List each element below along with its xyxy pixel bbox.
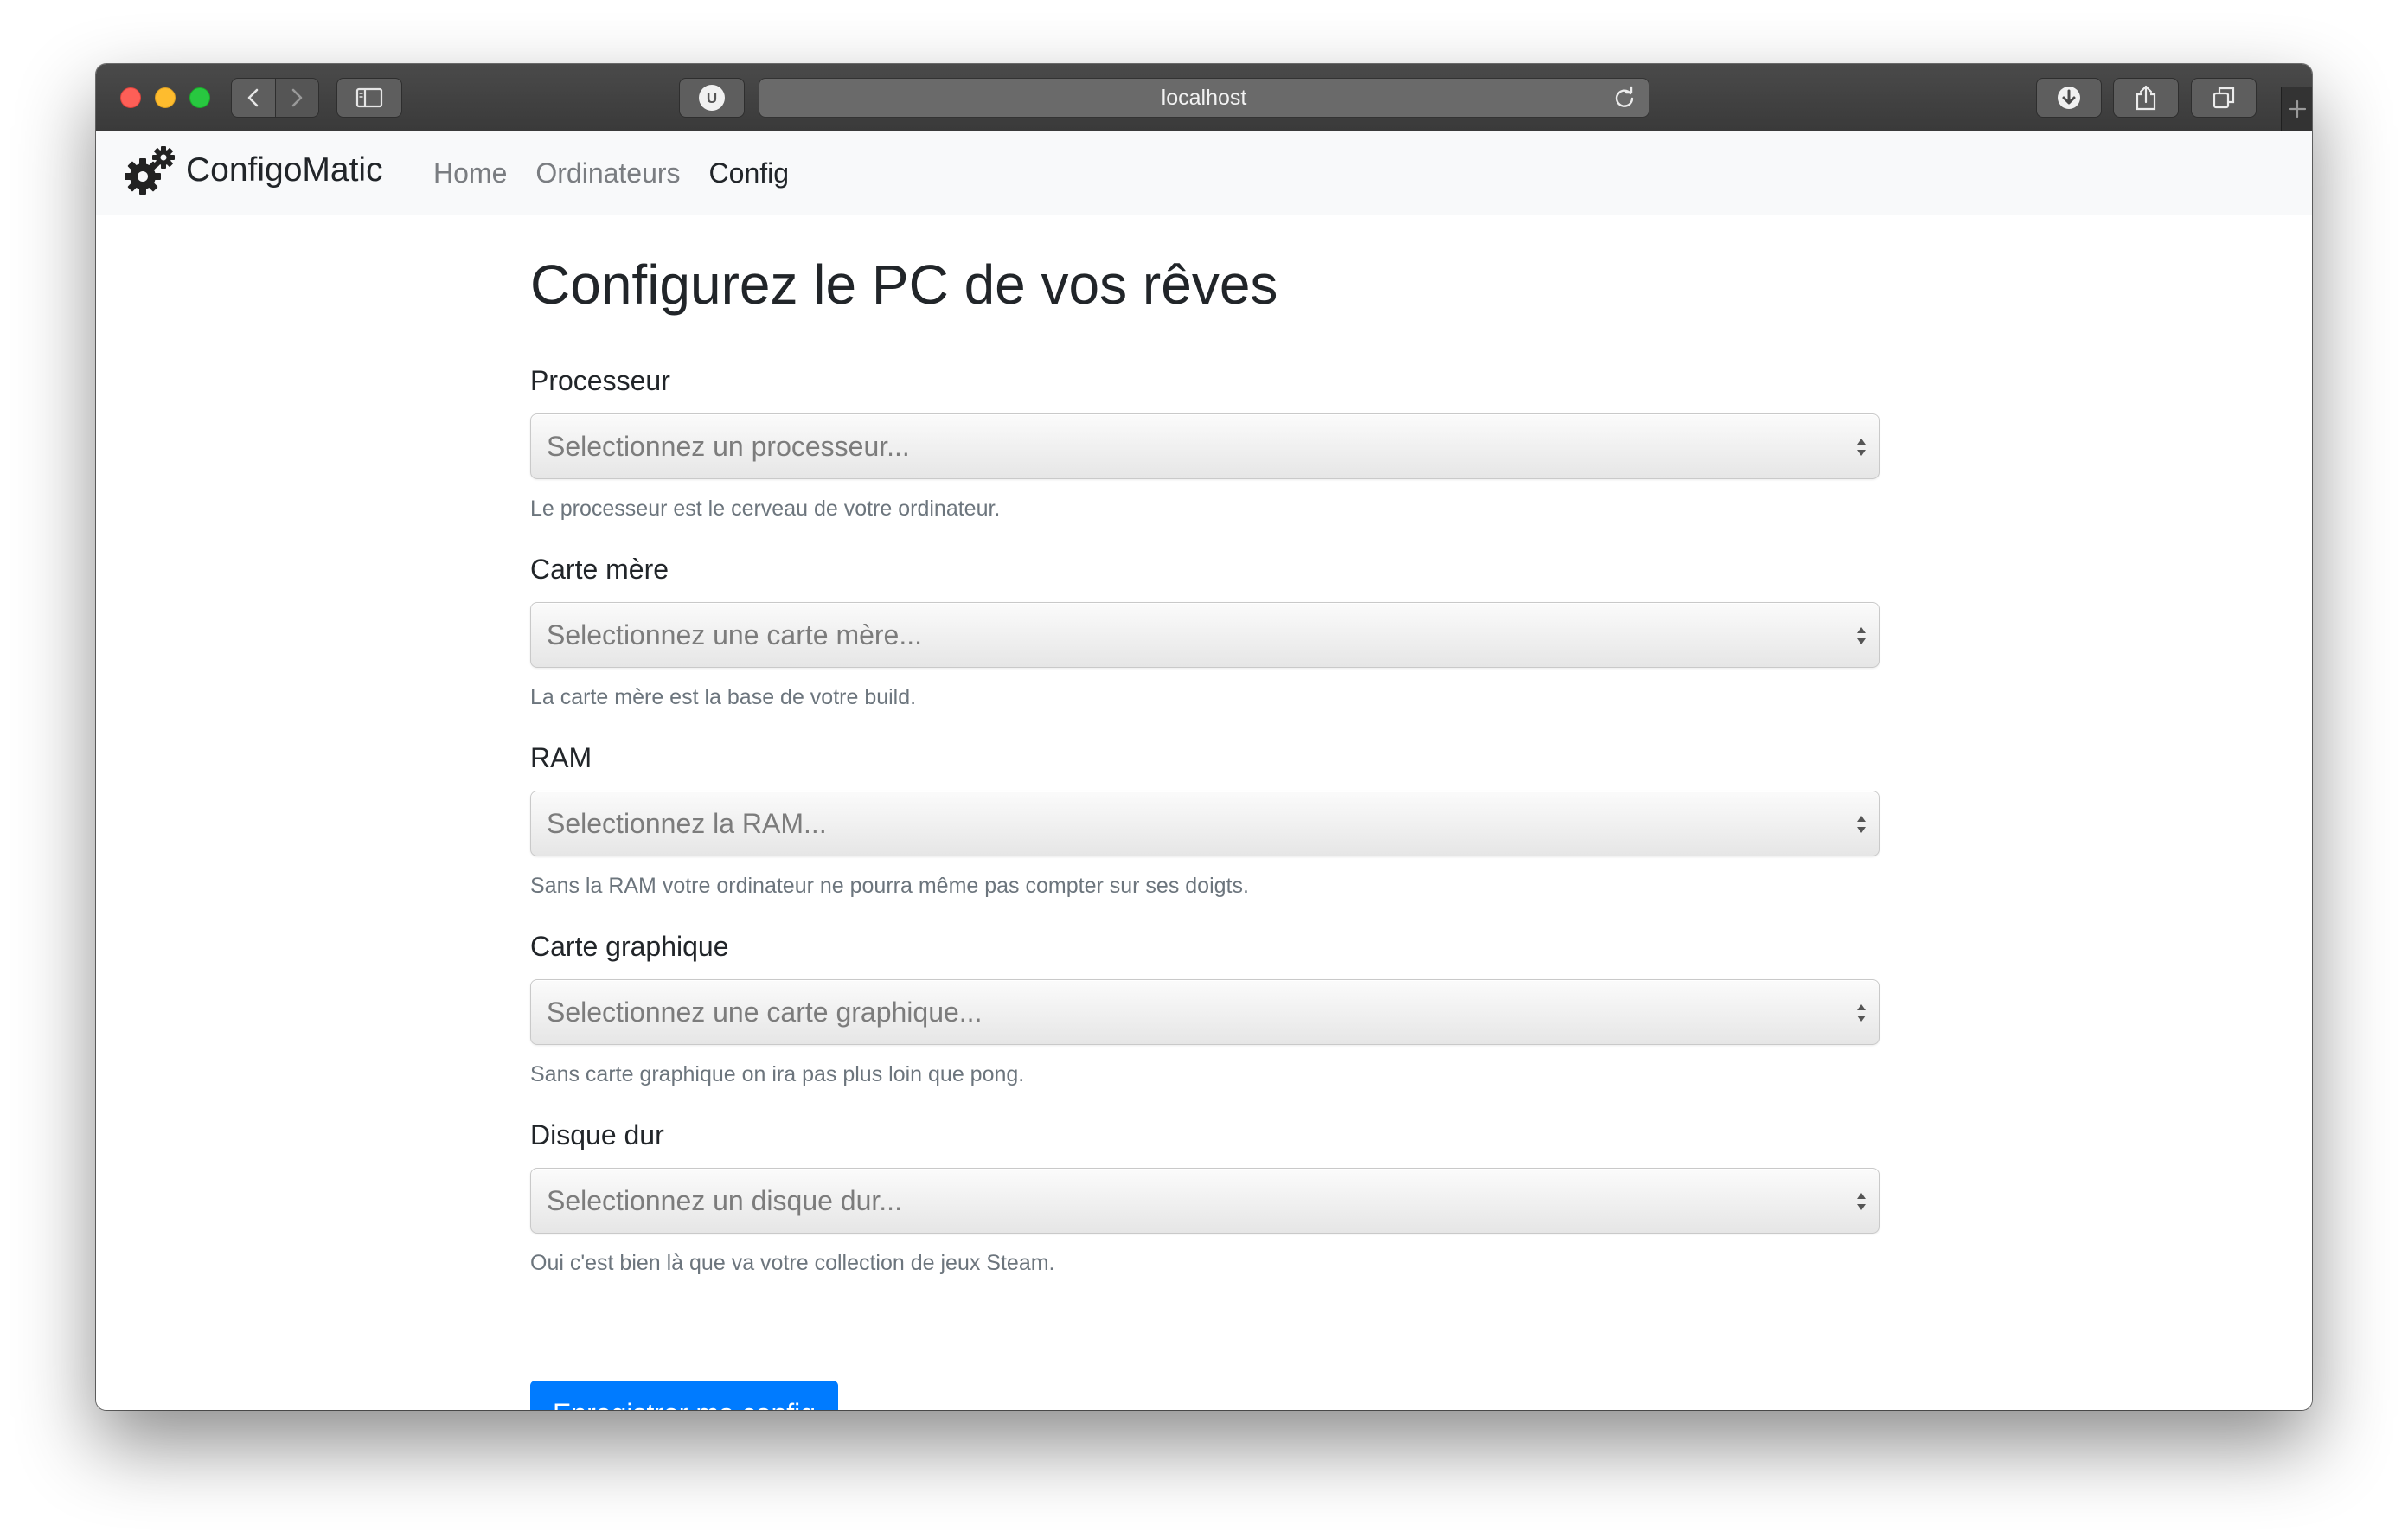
help-ram: Sans la RAM votre ordinateur ne pourra m… bbox=[530, 874, 1249, 898]
select-processeur[interactable]: Selectionnez un processeur... bbox=[530, 413, 1880, 479]
select-carte-mere-value: Selectionnez une carte mère... bbox=[547, 618, 923, 650]
select-arrows-icon bbox=[1857, 1004, 1866, 1022]
maximize-window-button[interactable] bbox=[189, 87, 210, 108]
select-carte-graphique-value: Selectionnez une carte graphique... bbox=[547, 996, 983, 1028]
navbar-brand[interactable]: ConfigoMatic bbox=[124, 144, 383, 197]
nav-links: Home Ordinateurs Config bbox=[433, 154, 817, 192]
browser-titlebar: U localhost bbox=[96, 64, 2312, 131]
nav-link-config[interactable]: Config bbox=[709, 154, 790, 192]
minimize-window-button[interactable] bbox=[155, 87, 176, 108]
downloads-button[interactable] bbox=[2036, 78, 2102, 118]
select-disque-dur[interactable]: Selectionnez un disque dur... bbox=[530, 1168, 1880, 1234]
browser-window: U localhost ConfigoMatic Home Ordinateur… bbox=[96, 64, 2312, 1410]
select-disque-dur-value: Selectionnez un disque dur... bbox=[547, 1184, 902, 1216]
select-carte-mere[interactable]: Selectionnez une carte mère... bbox=[530, 602, 1880, 668]
select-ram[interactable]: Selectionnez la RAM... bbox=[530, 791, 1880, 856]
forward-icon bbox=[291, 88, 303, 107]
label-ram: RAM bbox=[530, 742, 592, 773]
label-carte-graphique: Carte graphique bbox=[530, 931, 729, 962]
nav-link-ordinateurs[interactable]: Ordinateurs bbox=[535, 154, 680, 192]
help-disque-dur: Oui c'est bien là que va votre collectio… bbox=[530, 1251, 1055, 1275]
select-processeur-value: Selectionnez un processeur... bbox=[547, 430, 910, 462]
page-content: ConfigoMatic Home Ordinateurs Config Con… bbox=[96, 131, 2312, 1410]
select-carte-graphique[interactable]: Selectionnez une carte graphique... bbox=[530, 979, 1880, 1045]
select-arrows-icon bbox=[1857, 1193, 1866, 1210]
download-icon bbox=[2058, 87, 2080, 109]
share-button[interactable] bbox=[2113, 78, 2179, 118]
page-title: Configurez le PC de vos rêves bbox=[530, 253, 1278, 316]
select-arrows-icon bbox=[1857, 439, 1866, 456]
label-carte-mere: Carte mère bbox=[530, 554, 669, 585]
tab-overview-button[interactable] bbox=[2191, 78, 2257, 118]
save-config-button[interactable]: Enregistrer ma config bbox=[530, 1381, 838, 1410]
address-bar[interactable]: localhost bbox=[759, 78, 1649, 118]
sidebar-toggle-button[interactable] bbox=[336, 78, 402, 118]
help-processeur: Le processeur est le cerveau de votre or… bbox=[530, 497, 1001, 521]
extension-badge-text: U bbox=[707, 90, 717, 106]
back-button[interactable] bbox=[232, 79, 275, 117]
label-disque-dur: Disque dur bbox=[530, 1119, 664, 1150]
select-arrows-icon bbox=[1857, 816, 1866, 833]
select-arrows-icon bbox=[1857, 627, 1866, 644]
top-navbar: ConfigoMatic Home Ordinateurs Config bbox=[96, 131, 2312, 215]
brand-name: ConfigoMatic bbox=[186, 151, 383, 189]
form-group-disque-dur: Disque dur Selectionnez un disque dur...… bbox=[530, 1118, 1880, 1275]
extension-button[interactable]: U bbox=[679, 78, 745, 118]
gears-icon bbox=[125, 146, 175, 195]
reload-icon[interactable] bbox=[1612, 86, 1636, 110]
nav-link-home[interactable]: Home bbox=[433, 154, 507, 192]
form-group-processeur: Processeur Selectionnez un processeur...… bbox=[530, 363, 1880, 521]
select-ram-value: Selectionnez la RAM... bbox=[547, 807, 827, 839]
tabs-icon bbox=[2213, 87, 2235, 109]
sidebar-icon bbox=[355, 87, 383, 108]
form-group-ram: RAM Selectionnez la RAM... Sans la RAM v… bbox=[530, 740, 1880, 898]
form-group-carte-graphique: Carte graphique Selectionnez une carte g… bbox=[530, 929, 1880, 1086]
ublock-icon: U bbox=[699, 85, 725, 111]
back-icon bbox=[247, 88, 259, 107]
new-tab-button[interactable] bbox=[2281, 87, 2312, 131]
new-tab-icon bbox=[2288, 99, 2306, 119]
form-group-carte-mere: Carte mère Selectionnez une carte mère..… bbox=[530, 552, 1880, 709]
history-nav bbox=[231, 78, 319, 118]
label-processeur: Processeur bbox=[530, 365, 670, 396]
url-text: localhost bbox=[1161, 85, 1247, 110]
help-carte-graphique: Sans carte graphique on ira pas plus loi… bbox=[530, 1062, 1025, 1086]
forward-button[interactable] bbox=[274, 79, 318, 117]
help-carte-mere: La carte mère est la base de votre build… bbox=[530, 685, 917, 709]
close-window-button[interactable] bbox=[120, 87, 141, 108]
share-icon bbox=[2136, 85, 2156, 111]
